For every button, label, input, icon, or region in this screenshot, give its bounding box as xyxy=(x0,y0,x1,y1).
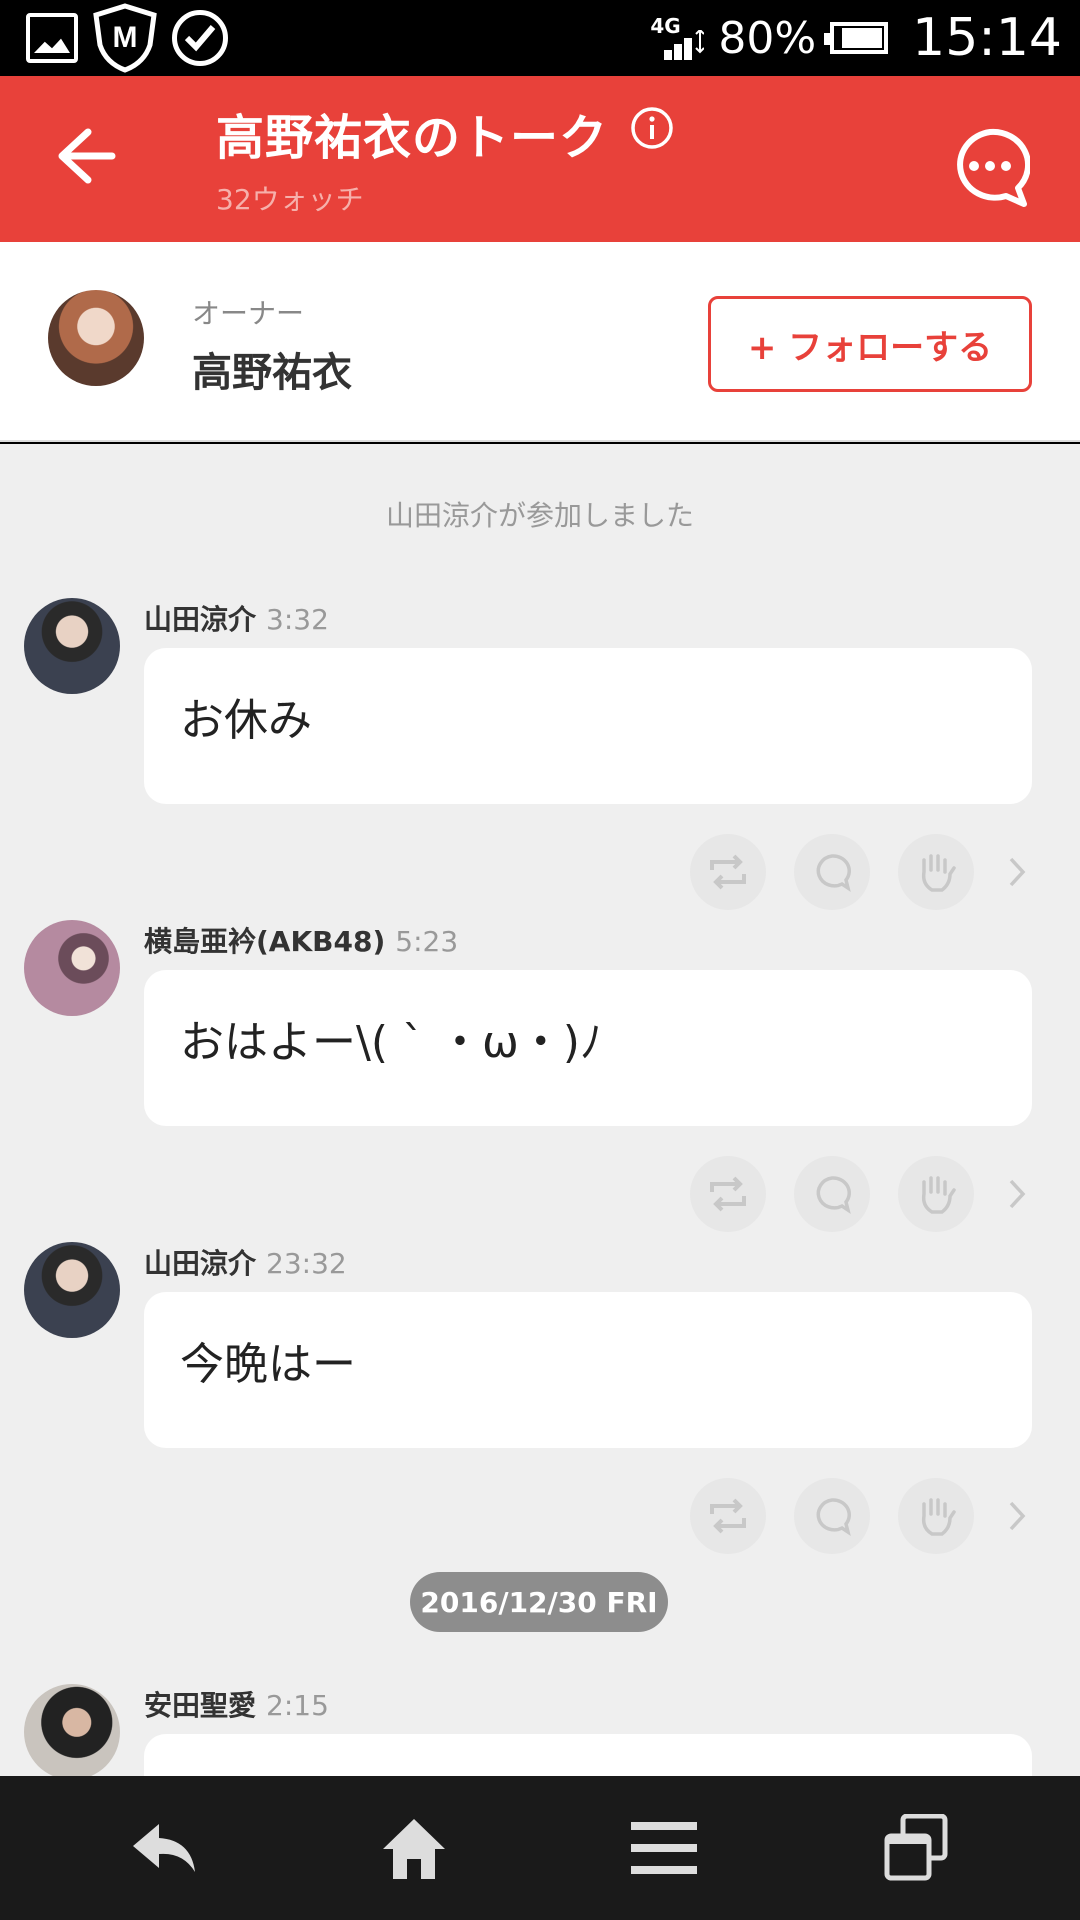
home-icon xyxy=(383,1819,445,1879)
hand-icon xyxy=(921,854,956,892)
message-bubble[interactable]: おはよー\( ` ・ω・)ﾉ xyxy=(144,970,1032,1126)
watch-count: 32ウォッチ xyxy=(216,183,364,216)
clock: 15:14 xyxy=(912,8,1062,68)
talk-feed[interactable]: 山田涼介が参加しました 山田涼介 3:32 お休み 横島亜衿(AKB48) 5:23… xyxy=(0,444,1080,1776)
app-header: 高野祐衣のトーク 32ウォッチ xyxy=(0,76,1080,242)
reply-button[interactable] xyxy=(794,1478,870,1554)
avatar[interactable] xyxy=(24,598,120,694)
chevron-right-icon xyxy=(1009,1501,1026,1531)
message-time: 23:32 xyxy=(266,1247,347,1280)
repost-button[interactable] xyxy=(690,834,766,910)
network-icon: 4G xyxy=(650,16,705,60)
avatar[interactable] xyxy=(24,920,120,1016)
owner-section: オーナー 高野祐衣 + フォローする xyxy=(0,242,1080,442)
back-button[interactable] xyxy=(50,126,120,186)
sender-name[interactable]: 横島亜衿(AKB48) xyxy=(144,925,385,958)
date-divider: 2016/12/30 FRI xyxy=(410,1572,668,1632)
message-bubble[interactable] xyxy=(144,1734,1032,1776)
image-icon xyxy=(26,13,78,63)
owner-avatar[interactable] xyxy=(48,290,144,386)
svg-text:M: M xyxy=(113,21,138,54)
cheer-button[interactable] xyxy=(898,1156,974,1232)
repost-button[interactable] xyxy=(690,1478,766,1554)
hand-icon xyxy=(921,1498,956,1536)
message-bubble[interactable]: 今晩はー xyxy=(144,1292,1032,1448)
repost-button[interactable] xyxy=(690,1156,766,1232)
recent-apps-icon xyxy=(884,1814,948,1881)
sender-name[interactable]: 山田涼介 xyxy=(144,1247,256,1280)
comment-icon xyxy=(816,854,851,892)
notification-icons: M xyxy=(26,3,228,73)
cheer-button[interactable] xyxy=(898,1478,974,1554)
message-time: 3:32 xyxy=(266,603,329,636)
info-icon[interactable] xyxy=(630,106,674,150)
sender-name[interactable]: 安田聖愛 xyxy=(144,1689,256,1722)
sender-name[interactable]: 山田涼介 xyxy=(144,603,256,636)
comment-icon xyxy=(816,1498,851,1536)
repost-icon xyxy=(710,1176,746,1212)
page-title: 高野祐衣のトーク xyxy=(216,110,609,166)
owner-name: 高野祐衣 xyxy=(192,350,352,396)
nav-recent-button[interactable] xyxy=(876,1812,956,1884)
shield-m-icon: M xyxy=(93,3,157,73)
repost-icon xyxy=(710,1498,746,1534)
more-actions-button[interactable] xyxy=(1002,834,1032,910)
check-circle-icon xyxy=(172,10,228,66)
nav-home-button[interactable] xyxy=(374,1812,454,1884)
owner-label: オーナー xyxy=(192,297,305,330)
message-bubble[interactable]: お休み xyxy=(144,648,1032,804)
avatar[interactable] xyxy=(24,1242,120,1338)
message-time: 2:15 xyxy=(266,1689,329,1722)
more-actions-button[interactable] xyxy=(1002,1156,1032,1232)
hand-icon xyxy=(921,1176,956,1214)
arrow-left-icon xyxy=(58,128,116,184)
chevron-right-icon xyxy=(1009,1179,1026,1209)
speech-bubble-icon xyxy=(957,128,1032,207)
repost-icon xyxy=(710,854,746,890)
more-actions-button[interactable] xyxy=(1002,1478,1032,1554)
comment-icon xyxy=(816,1176,851,1214)
menu-icon xyxy=(631,1822,697,1874)
message-time: 5:23 xyxy=(395,925,459,958)
nav-back-button[interactable] xyxy=(124,1812,204,1884)
system-nav-bar xyxy=(0,1776,1080,1920)
reply-button[interactable] xyxy=(794,834,870,910)
avatar[interactable] xyxy=(24,1684,120,1776)
battery-percent: 80% xyxy=(718,12,817,64)
chevron-right-icon xyxy=(1009,857,1026,887)
cheer-button[interactable] xyxy=(898,834,974,910)
reply-button[interactable] xyxy=(794,1156,870,1232)
chat-button[interactable] xyxy=(950,128,1032,208)
status-bar: M 4G 80% 15:14 xyxy=(0,0,1080,76)
battery-icon xyxy=(824,22,889,54)
nav-menu-button[interactable] xyxy=(624,1812,704,1884)
follow-button[interactable]: + フォローする xyxy=(708,296,1032,392)
join-notice: 山田涼介が参加しました xyxy=(385,499,694,532)
back-icon xyxy=(133,1824,195,1872)
